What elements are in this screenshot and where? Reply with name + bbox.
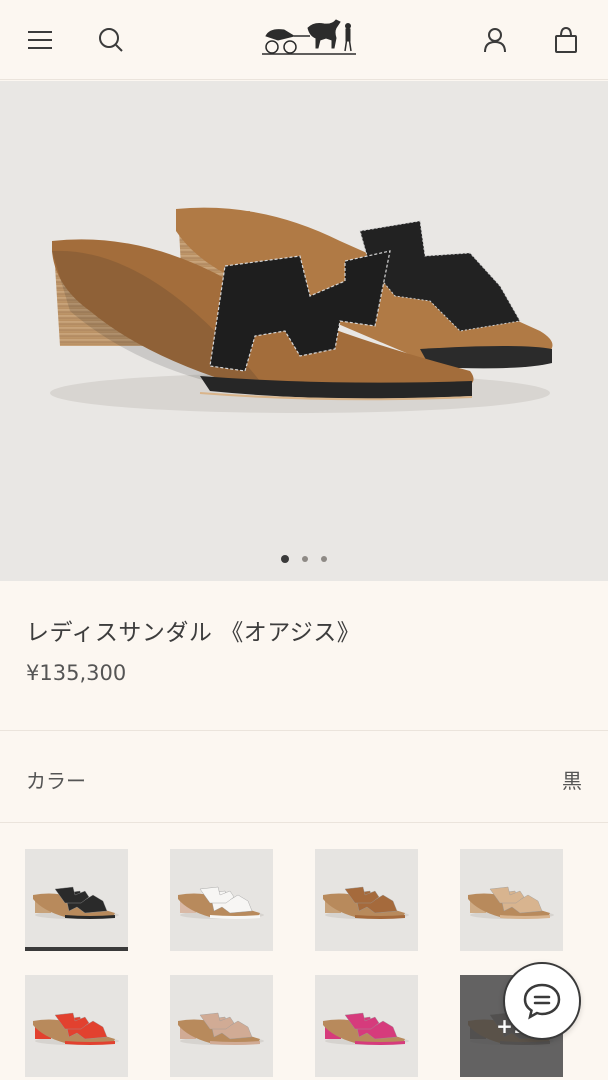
selected-color-value: 黒 bbox=[562, 769, 582, 793]
color-swatch-red[interactable] bbox=[25, 975, 128, 1077]
color-selector-row[interactable]: カラー 黒 bbox=[0, 731, 608, 823]
header bbox=[0, 0, 608, 80]
swatch-sandal-image bbox=[323, 1012, 409, 1045]
product-title: レディスサンダル 《オアジス》 bbox=[26, 620, 361, 646]
color-swatch-black[interactable] bbox=[25, 849, 128, 951]
shopping-bag-icon[interactable] bbox=[546, 20, 586, 60]
carousel-dot[interactable] bbox=[281, 555, 289, 563]
hamburger-menu-icon[interactable] bbox=[20, 20, 60, 60]
carousel-indicator bbox=[0, 555, 608, 563]
horse-carriage-logo[interactable] bbox=[258, 14, 360, 62]
carousel-dot[interactable] bbox=[302, 556, 308, 562]
swatch-sandal-image bbox=[323, 886, 409, 919]
chat-bubble-icon bbox=[523, 983, 561, 1020]
color-swatch-tan[interactable] bbox=[315, 849, 418, 951]
product-info: レディスサンダル 《オアジス》 ¥135,300 bbox=[0, 581, 608, 731]
color-label: カラー bbox=[26, 769, 86, 793]
color-swatch-white[interactable] bbox=[170, 849, 273, 951]
swatch-sandal-image bbox=[178, 886, 264, 919]
color-swatch-beige[interactable] bbox=[460, 849, 563, 951]
product-image-gallery[interactable] bbox=[0, 81, 608, 581]
product-price: ¥135,300 bbox=[26, 661, 127, 685]
swatch-sandal-image bbox=[33, 1012, 119, 1045]
chat-button[interactable] bbox=[503, 962, 581, 1040]
swatch-sandal-image bbox=[468, 886, 554, 919]
color-swatch-pink[interactable] bbox=[315, 975, 418, 1077]
carousel-dot[interactable] bbox=[321, 556, 327, 562]
swatch-sandal-image bbox=[178, 1012, 264, 1045]
color-swatch-rose-beige[interactable] bbox=[170, 975, 273, 1077]
swatch-sandal-image bbox=[33, 886, 119, 919]
account-icon[interactable] bbox=[475, 20, 515, 60]
product-image bbox=[50, 207, 553, 413]
search-icon[interactable] bbox=[91, 20, 131, 60]
